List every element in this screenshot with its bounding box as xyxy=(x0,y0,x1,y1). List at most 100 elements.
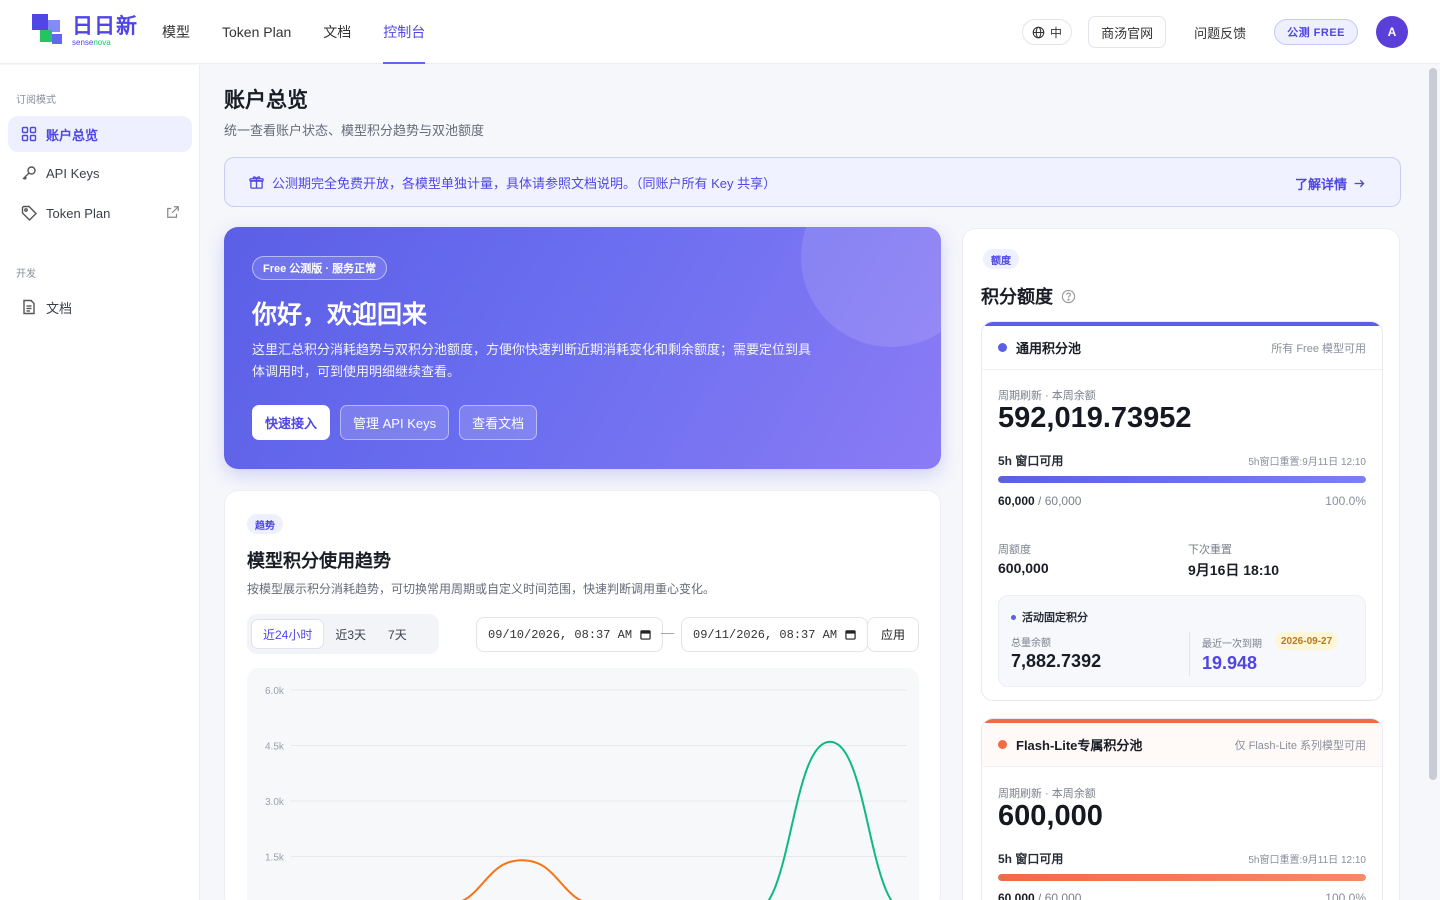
beta-notice: 公测期完全免费开放，各模型单独计量，具体请参照文档说明。（同账户所有 Key 共… xyxy=(224,157,1401,207)
tag-icon xyxy=(20,204,38,222)
quota-title: 积分额度 xyxy=(981,283,1076,309)
globe-icon xyxy=(1032,26,1045,38)
next-reset-label: 下次重置 xyxy=(1188,544,1232,556)
trend-tag: 趋势 xyxy=(247,514,283,534)
range-24h[interactable]: 近24小时 xyxy=(251,619,325,649)
language-switch[interactable]: 中 xyxy=(1022,19,1073,45)
trend-subtitle: 按模型展示积分消耗趋势，可切换常用周期或自定义时间范围，快速判断调用重心变化。 xyxy=(247,582,716,596)
sidebar-item-token-plan[interactable]: Token Plan xyxy=(8,195,192,231)
welcome-hero: Free 公测版 · 服务正常 你好，欢迎回来 这里汇总积分消耗趋势与双积分池额… xyxy=(224,227,941,469)
arrow-right-icon xyxy=(1354,179,1365,188)
y-tick-label: 4.5k xyxy=(265,742,285,753)
pool-name: Flash-Lite专属积分池 xyxy=(1016,738,1143,753)
window-count: 60,000 / 60,000 xyxy=(998,891,1082,900)
sidebar-section-subscription: 订阅模式 xyxy=(16,95,56,106)
window-reset-time: 5h窗口重置:9月11日 12:10 xyxy=(1248,457,1366,468)
service-status-pill: Free 公测版 · 服务正常 xyxy=(252,256,388,280)
window-progress-bar xyxy=(998,874,1366,881)
nav-docs[interactable]: 文档 xyxy=(323,0,351,64)
expiry-date-badge: 2026-09-27 xyxy=(1275,632,1339,650)
top-navbar: 日日新 sensenova 模型 Token Plan 文档 控制台 中 商汤官… xyxy=(0,0,1440,64)
sidebar-section-dev: 开发 xyxy=(16,269,36,280)
page-subtitle: 统一查看账户状态、模型积分趋势与双池额度 xyxy=(224,123,485,138)
calendar-icon xyxy=(640,630,651,640)
window-count: 60,000 / 60,000 xyxy=(998,494,1082,508)
free-beta-badge: 公测 FREE xyxy=(1274,19,1358,45)
apply-range-button[interactable]: 应用 xyxy=(867,617,920,652)
range-3d[interactable]: 近3天 xyxy=(324,619,377,649)
page-scrollbar-thumb[interactable] xyxy=(1429,68,1437,780)
pool-dot xyxy=(998,343,1007,352)
y-tick-label: 6.0k xyxy=(265,686,285,697)
help-icon[interactable] xyxy=(1061,289,1076,304)
sidebar-item-api-keys[interactable]: API Keys xyxy=(8,155,192,191)
y-tick-label: 3.0k xyxy=(265,797,285,808)
manage-api-keys-button[interactable]: 管理 API Keys xyxy=(340,405,450,440)
trend-title: 模型积分使用趋势 xyxy=(247,551,391,571)
fixed-expiry-value: 19.948 xyxy=(1202,653,1258,673)
pool-note: 所有 Free 模型可用 xyxy=(1271,342,1366,355)
fixed-expiry-label: 最近一次到期 xyxy=(1202,639,1262,650)
series-line xyxy=(767,740,893,900)
balance-label: 周期刷新 · 本周余额 xyxy=(998,788,1096,800)
quota-panel: 额度 积分额度 通用积分池 所有 Free 模型可用 周期刷新 · 本周余额 5… xyxy=(962,228,1400,900)
sidebar-item-label: API Keys xyxy=(46,165,100,181)
balance-label: 周期刷新 · 本周余额 xyxy=(998,390,1096,402)
fixed-credit-title: 活动固定积分 xyxy=(1011,609,1088,625)
range-selector: 近24小时 近3天 7天 xyxy=(247,614,439,654)
divider xyxy=(1189,632,1190,676)
key-icon xyxy=(20,164,38,182)
nav-models[interactable]: 模型 xyxy=(162,0,190,64)
brand-logo[interactable]: 日日新 sensenova xyxy=(32,14,138,48)
brand-name: 日日新 xyxy=(72,14,138,38)
window-progress-fill xyxy=(998,874,1366,881)
trend-chart-svg: 6.0k 4.5k 3.0k 1.5k xyxy=(265,686,907,900)
usage-trend-card: 趋势 模型积分使用趋势 按模型展示积分消耗趋势，可切换常用周期或自定义时间范围，… xyxy=(224,490,941,900)
next-reset-value: 9月16日 18:10 xyxy=(1188,562,1280,578)
window-percent: 100.0% xyxy=(1325,494,1366,508)
external-link-icon xyxy=(166,205,180,222)
logo-mark-icon xyxy=(32,14,66,48)
y-tick-label: 1.5k xyxy=(265,853,285,864)
end-datetime-input[interactable]: 09/11/2026, 08:37 AM xyxy=(681,617,869,652)
window-progress-fill xyxy=(998,476,1366,483)
pool-note: 仅 Flash-Lite 系列模型可用 xyxy=(1234,739,1366,752)
window-percent: 100.0% xyxy=(1325,891,1366,900)
sidebar-item-docs[interactable]: 文档 xyxy=(8,289,192,325)
view-docs-button[interactable]: 查看文档 xyxy=(459,405,538,440)
sidebar-item-label: 文档 xyxy=(46,300,73,316)
quota-tag: 额度 xyxy=(983,249,1019,269)
weekly-balance: 600,000 xyxy=(998,800,1103,832)
series-line xyxy=(461,859,583,900)
official-site-button[interactable]: 商汤官网 xyxy=(1088,16,1167,48)
range-7d[interactable]: 7天 xyxy=(377,619,418,649)
gift-icon xyxy=(249,175,264,189)
sidebar-item-overview[interactable]: 账户总览 xyxy=(8,116,192,152)
weekly-balance: 592,019.73952 xyxy=(998,402,1192,434)
fixed-total-value: 7,882.7392 xyxy=(1011,651,1102,671)
start-datetime-input[interactable]: 09/10/2026, 08:37 AM xyxy=(476,617,664,652)
quick-start-button[interactable]: 快速接入 xyxy=(252,405,331,440)
trend-chart: 6.0k 4.5k 3.0k 1.5k xyxy=(247,668,919,900)
range-dash: — xyxy=(661,625,674,640)
hero-title: 你好，欢迎回来 xyxy=(252,301,428,329)
language-label: 中 xyxy=(1050,25,1063,40)
nav-token-plan[interactable]: Token Plan xyxy=(222,0,291,64)
brand-name-en: sensenova xyxy=(72,37,111,47)
window-progress-bar xyxy=(998,476,1366,483)
window-label: 5h 窗口可用 xyxy=(998,454,1064,468)
page-title: 账户总览 xyxy=(224,89,308,112)
fixed-total-label: 总量余额 xyxy=(1011,638,1051,649)
window-label: 5h 窗口可用 xyxy=(998,852,1064,866)
notice-text: 公测期完全免费开放，各模型单独计量，具体请参照文档说明。（同账户所有 Key 共… xyxy=(272,175,777,191)
general-credit-pool: 通用积分池 所有 Free 模型可用 周期刷新 · 本周余额 592,019.7… xyxy=(981,321,1383,701)
user-avatar[interactable]: A xyxy=(1376,16,1408,48)
nav-console[interactable]: 控制台 xyxy=(383,0,426,64)
calendar-icon xyxy=(845,630,856,640)
window-reset-time: 5h窗口重置:9月11日 12:10 xyxy=(1248,855,1366,866)
fixed-credit-box: 活动固定积分 总量余额 7,882.7392 最近一次到期 2026-09-27… xyxy=(998,595,1366,687)
hero-description: 这里汇总积分消耗趋势与双积分池额度，方便你快速判断近期消耗变化和剩余额度；需要定… xyxy=(252,342,812,379)
feedback-link[interactable]: 问题反馈 xyxy=(1194,23,1246,42)
grid-icon xyxy=(20,125,38,143)
learn-more-link[interactable]: 了解详情 xyxy=(1295,174,1366,193)
